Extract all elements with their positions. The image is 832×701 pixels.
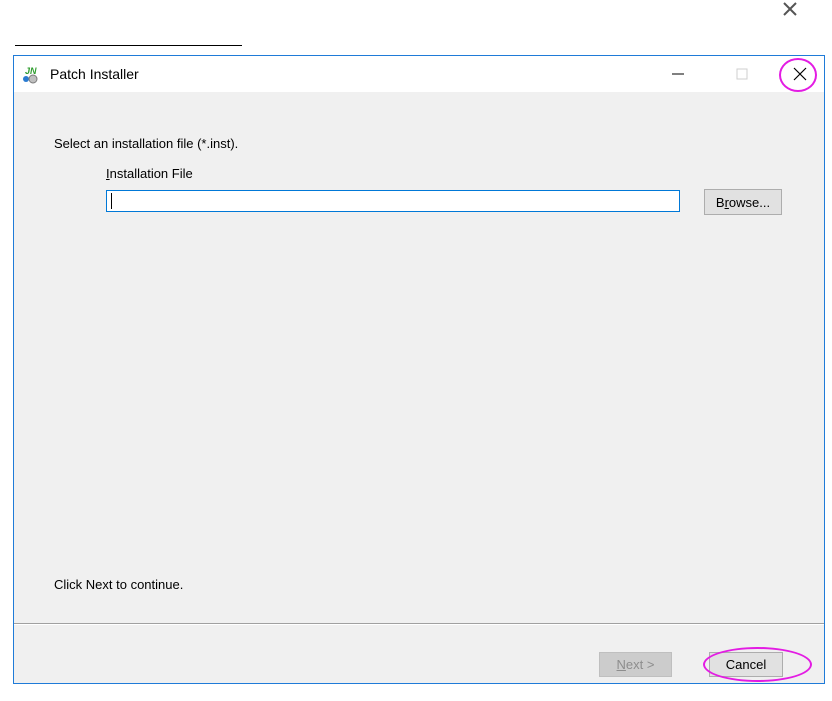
highlight-ring-cancel [703, 647, 812, 682]
svg-text:JN: JN [25, 66, 37, 76]
status-text: Click Next to continue. [54, 577, 184, 592]
maximize-icon [736, 68, 748, 80]
highlight-ring-close [779, 58, 817, 92]
installation-file-label: Installation File [106, 166, 193, 181]
top-underline [15, 45, 242, 46]
patch-installer-window: JN Patch Installer Select an installatio… [13, 55, 825, 684]
next-button[interactable]: Next > [599, 652, 672, 677]
app-icon: JN [23, 66, 38, 84]
close-icon[interactable] [782, 1, 798, 17]
installation-file-input[interactable] [106, 190, 680, 212]
browse-button[interactable]: Br owse... [704, 189, 782, 215]
maximize-button[interactable] [719, 56, 765, 92]
footer-separator [14, 623, 824, 625]
text-caret [111, 193, 112, 209]
window-title: Patch Installer [50, 66, 139, 82]
instruction-text: Select an installation file (*.inst). [54, 136, 239, 151]
minimize-icon [672, 73, 684, 75]
minimize-button[interactable] [655, 56, 701, 92]
title-bar: JN Patch Installer [14, 56, 824, 92]
